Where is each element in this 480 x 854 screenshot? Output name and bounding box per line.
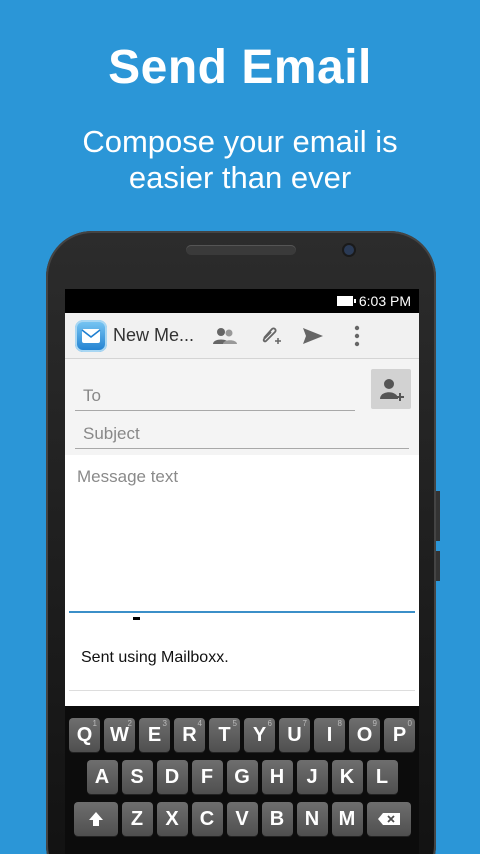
soft-keyboard: Q1W2E3R4T5Y6U7I8O9P0 ASDFGHJKL ZXCVBNM	[65, 706, 419, 854]
key-label: P	[392, 723, 407, 746]
key-label: B	[269, 807, 285, 830]
attach-icon[interactable]	[247, 313, 291, 359]
key-a[interactable]: A	[86, 760, 118, 794]
key-label: I	[326, 723, 333, 746]
key-label: Y	[252, 723, 267, 746]
phone-side-button	[436, 491, 440, 541]
promo-subtitle: Compose your email is easier than ever	[40, 124, 440, 196]
message-body[interactable]: Message text	[65, 455, 419, 613]
key-label: O	[356, 723, 373, 746]
key-c[interactable]: C	[191, 802, 223, 836]
key-label: S	[130, 765, 144, 788]
key-label: M	[338, 807, 356, 830]
shift-key[interactable]	[73, 802, 118, 836]
status-time: 6:03 PM	[358, 293, 411, 309]
key-w[interactable]: W2	[104, 718, 135, 752]
promo-title: Send Email	[108, 41, 372, 94]
phone-camera	[342, 243, 356, 257]
key-label: J	[306, 765, 318, 788]
phone-side-button	[436, 551, 440, 581]
contacts-icon[interactable]	[203, 313, 247, 359]
text-cursor	[65, 613, 419, 633]
signature-text[interactable]: Sent using Mailboxx.	[69, 633, 415, 691]
add-contact-button[interactable]	[371, 369, 411, 409]
key-alt-label: 8	[337, 719, 342, 728]
key-alt-label: 2	[127, 719, 132, 728]
key-label: V	[235, 807, 249, 830]
key-label: L	[375, 765, 389, 788]
key-x[interactable]: X	[156, 802, 188, 836]
key-label: G	[234, 765, 250, 788]
key-m[interactable]: M	[331, 802, 363, 836]
key-f[interactable]: F	[191, 760, 223, 794]
key-r[interactable]: R4	[174, 718, 205, 752]
key-label: W	[110, 723, 129, 746]
key-b[interactable]: B	[261, 802, 293, 836]
key-alt-label: 7	[302, 719, 307, 728]
key-i[interactable]: I8	[314, 718, 345, 752]
subject-field[interactable]: Subject	[75, 411, 409, 449]
key-alt-label: 1	[92, 719, 97, 728]
app-mail-icon[interactable]	[75, 319, 107, 352]
key-j[interactable]: J	[296, 760, 328, 794]
key-alt-label: 5	[232, 719, 237, 728]
key-alt-label: 6	[267, 719, 272, 728]
key-alt-label: 9	[372, 719, 377, 728]
key-label: X	[165, 807, 179, 830]
key-p[interactable]: P0	[384, 718, 415, 752]
key-label: D	[164, 765, 180, 788]
key-o[interactable]: O9	[349, 718, 380, 752]
key-label: H	[269, 765, 285, 788]
to-field[interactable]: To	[75, 373, 355, 411]
action-bar: New Me...	[65, 313, 419, 359]
key-label: Q	[76, 723, 93, 746]
action-bar-title[interactable]: New Me...	[113, 325, 203, 346]
key-t[interactable]: T5	[209, 718, 240, 752]
promo-subtitle-line1: Compose your email is	[82, 124, 398, 159]
key-label: C	[199, 807, 215, 830]
key-label: N	[304, 807, 320, 830]
key-label: R	[182, 723, 197, 746]
key-alt-label: 4	[197, 719, 202, 728]
battery-icon	[336, 296, 356, 306]
key-alt-label: 0	[407, 719, 412, 728]
key-label: T	[218, 723, 231, 746]
key-label: E	[147, 723, 162, 746]
keyboard-row-3: ZXCVBNM	[65, 802, 419, 836]
key-label: K	[339, 765, 355, 788]
key-g[interactable]: G	[226, 760, 258, 794]
backspace-key[interactable]	[366, 802, 411, 836]
overflow-menu-icon[interactable]	[335, 313, 379, 359]
keyboard-row-1: Q1W2E3R4T5Y6U7I8O9P0	[65, 718, 419, 752]
key-q[interactable]: Q1	[69, 718, 100, 752]
add-contact-icon	[380, 379, 404, 401]
key-alt-label: 3	[162, 719, 167, 728]
status-bar: 6:03 PM	[65, 289, 419, 313]
message-placeholder: Message text	[77, 467, 179, 486]
promo-subtitle-line2: easier than ever	[128, 160, 352, 195]
phone-screen: 6:03 PM New Me... To Subject Message tex…	[65, 289, 419, 854]
phone-speaker	[186, 245, 296, 255]
key-h[interactable]: H	[261, 760, 293, 794]
key-u[interactable]: U7	[279, 718, 310, 752]
key-label: F	[200, 765, 214, 788]
key-l[interactable]: L	[366, 760, 398, 794]
key-label: Z	[130, 807, 144, 830]
key-v[interactable]: V	[226, 802, 258, 836]
header-fields: To Subject	[65, 359, 419, 455]
key-d[interactable]: D	[156, 760, 188, 794]
key-label: U	[287, 723, 302, 746]
key-y[interactable]: Y6	[244, 718, 275, 752]
backspace-icon	[377, 813, 400, 825]
key-n[interactable]: N	[296, 802, 328, 836]
send-icon[interactable]	[291, 313, 335, 359]
shift-icon	[88, 812, 103, 826]
key-e[interactable]: E3	[139, 718, 170, 752]
key-k[interactable]: K	[331, 760, 363, 794]
key-s[interactable]: S	[121, 760, 153, 794]
key-z[interactable]: Z	[121, 802, 153, 836]
key-label: A	[94, 765, 110, 788]
keyboard-row-2: ASDFGHJKL	[65, 760, 419, 794]
